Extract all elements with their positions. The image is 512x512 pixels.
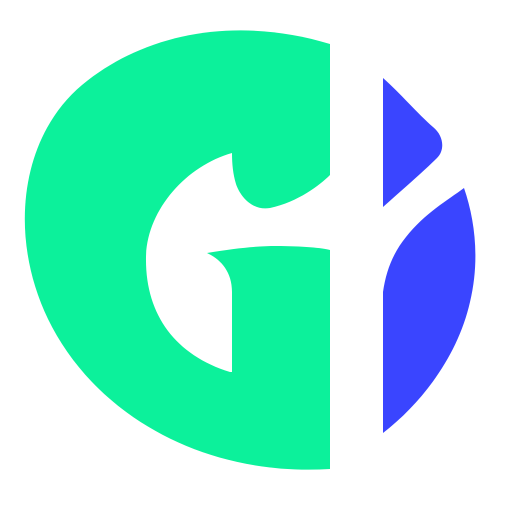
logo-icon bbox=[24, 30, 476, 470]
logo-blue-leaf-bottom bbox=[383, 188, 476, 433]
app-canvas bbox=[0, 0, 512, 512]
logo-blue-leaf-top bbox=[383, 78, 443, 207]
